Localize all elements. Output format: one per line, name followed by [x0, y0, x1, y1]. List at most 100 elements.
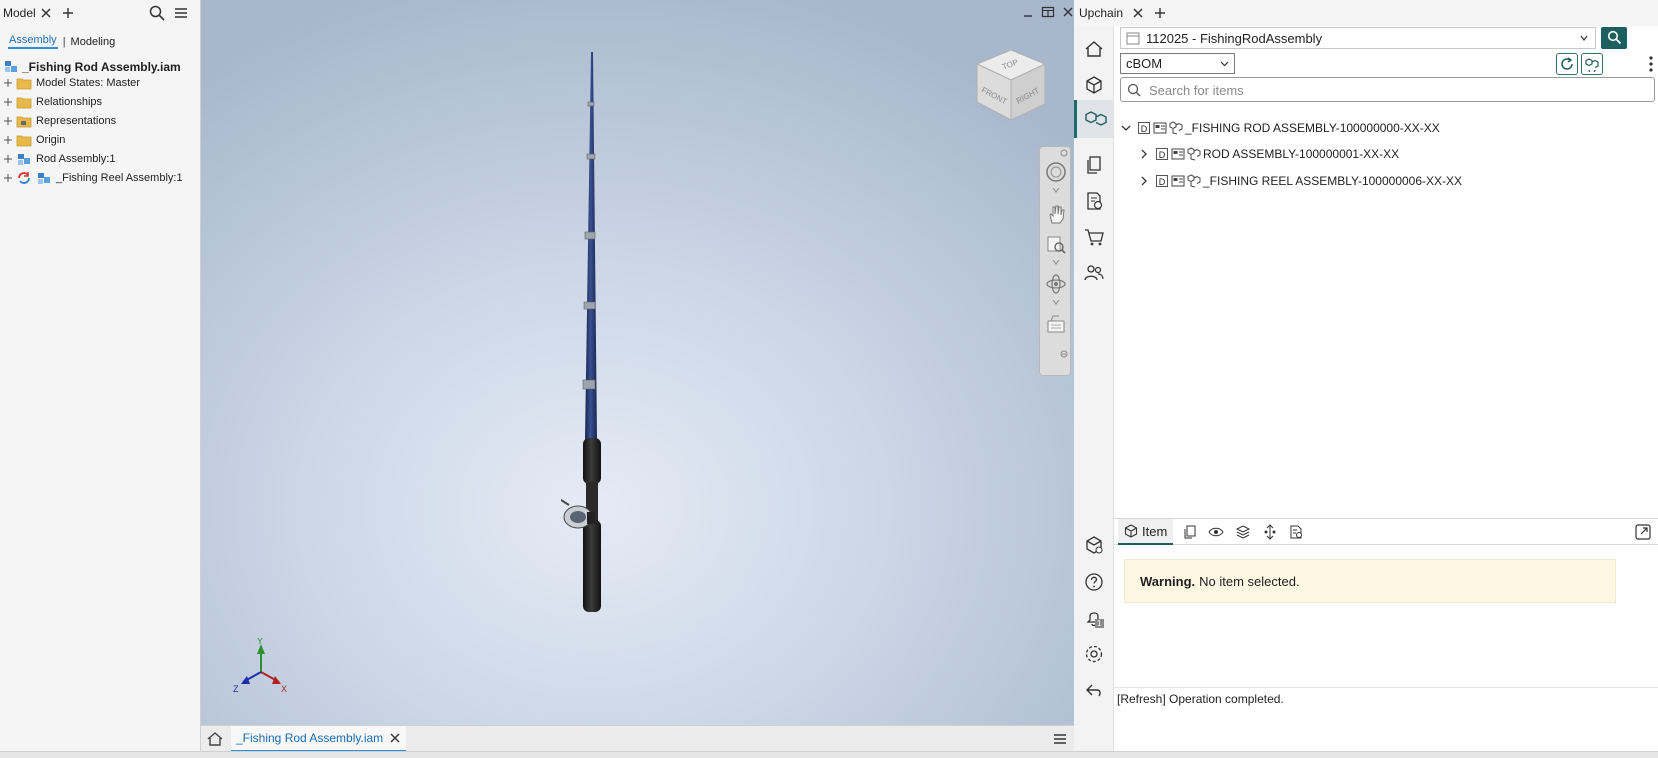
chevron-down-icon[interactable] [1052, 259, 1060, 265]
menu-icon[interactable] [1052, 731, 1068, 747]
warning-text: No item selected. [1199, 573, 1300, 589]
settings-gear-icon[interactable] [1083, 643, 1105, 665]
folder-icon [16, 97, 32, 109]
detail-tabbar: Item [1114, 519, 1658, 545]
bom-view-select[interactable]: cBOM [1120, 53, 1235, 74]
assembly-icon [1187, 147, 1201, 161]
tree-item-relationships[interactable]: Relationships [2, 93, 102, 111]
fishing-rod-model[interactable] [561, 50, 681, 660]
help-icon[interactable] [1083, 571, 1105, 593]
bom-row-rod-assembly[interactable]: D ROD ASSEMBLY-100000001-XX-XX [1138, 144, 1399, 164]
orbit-icon[interactable] [1045, 273, 1067, 295]
navbar-close-icon[interactable] [1060, 149, 1068, 157]
close-icon[interactable] [389, 732, 401, 744]
where-used-icon[interactable] [1262, 524, 1278, 540]
tree-item-label: Rod Assembly:1 [36, 153, 116, 165]
graphics-viewport[interactable]: TOP FRONT RIGHT Y X Z [201, 0, 1074, 725]
expand-plus-icon[interactable] [2, 96, 14, 108]
add-tab-icon[interactable] [60, 5, 76, 21]
expand-plus-icon[interactable] [2, 134, 14, 146]
assembly-icon [1187, 174, 1201, 188]
axis-x-label: X [281, 684, 287, 694]
expand-plus-icon[interactable] [2, 172, 14, 184]
assembly-icon [5, 61, 17, 72]
chevron-down-icon[interactable] [1052, 187, 1060, 193]
tree-root-assembly[interactable]: _Fishing Rod Assembly.iam [4, 60, 181, 74]
menu-icon[interactable] [172, 4, 190, 22]
tree-item-origin[interactable]: Origin [2, 131, 65, 149]
bom-row-fishing-rod-assembly[interactable]: D _FISHING ROD ASSEMBLY-100000000-XX-XX [1120, 118, 1440, 138]
change-request-icon[interactable] [1083, 190, 1105, 212]
viewcube[interactable]: TOP FRONT RIGHT [971, 46, 1051, 126]
upchain-sidebar: 1 [1074, 26, 1114, 751]
pan-hand-icon[interactable] [1045, 203, 1067, 225]
assembly-structure-icon[interactable] [1074, 100, 1114, 138]
eye-icon[interactable] [1208, 524, 1224, 540]
part-cube-icon[interactable] [1083, 74, 1105, 96]
more-options-icon[interactable] [1647, 54, 1655, 74]
representations-icon [16, 116, 32, 128]
package-icon[interactable] [1083, 534, 1105, 556]
refresh-button[interactable] [1556, 53, 1578, 75]
close-view-icon[interactable] [1061, 5, 1074, 19]
search-button[interactable] [1601, 27, 1627, 49]
tile-window-icon[interactable] [1041, 5, 1055, 19]
tree-item-fishing-reel-assembly[interactable]: _Fishing Reel Assembly:1 [2, 169, 183, 187]
tab-item[interactable]: Item [1118, 519, 1174, 545]
chevron-right-icon[interactable] [1138, 148, 1150, 160]
tab-assembly[interactable]: Assembly [8, 34, 58, 49]
calendar-icon [1126, 32, 1140, 45]
close-icon[interactable] [38, 5, 54, 21]
refresh-icon [1561, 57, 1573, 70]
sign-out-icon[interactable] [1083, 679, 1105, 701]
home-icon[interactable] [1083, 38, 1105, 60]
item-search-box[interactable] [1120, 77, 1655, 102]
item-card-icon [1171, 175, 1185, 187]
bom-item-label: _FISHING ROD ASSEMBLY-100000000-XX-XX [1185, 121, 1440, 135]
search-icon [1607, 30, 1622, 45]
project-select[interactable]: 112025 - FishingRodAssembly [1120, 27, 1596, 49]
design-status-badge: D [1138, 122, 1150, 134]
tree-item-representations[interactable]: Representations [2, 112, 116, 130]
expand-plus-icon[interactable] [2, 77, 14, 89]
upchain-tab-title[interactable]: Upchain [1079, 6, 1123, 20]
tree-root-label: _Fishing Rod Assembly.iam [22, 60, 181, 74]
expand-plus-icon[interactable] [2, 115, 14, 127]
item-card-icon [1171, 148, 1185, 160]
close-icon[interactable] [1130, 5, 1146, 21]
notification-count: 1 [1097, 619, 1102, 628]
bom-row-fishing-reel-assembly[interactable]: D _FISHING REEL ASSEMBLY-100000006-XX-XX [1138, 171, 1462, 191]
tree-item-label: Representations [36, 115, 117, 127]
subassembly-icon [38, 173, 50, 184]
chevron-down-icon[interactable] [1052, 299, 1060, 305]
steering-wheel-icon[interactable] [1045, 161, 1067, 183]
navbar-options-icon[interactable] [1060, 350, 1068, 358]
expand-icon[interactable] [1634, 523, 1652, 541]
notification-bell-icon[interactable]: 1 [1083, 607, 1105, 629]
add-tab-icon[interactable] [1152, 5, 1168, 21]
documents-icon[interactable] [1182, 524, 1198, 540]
item-search-input[interactable] [1147, 80, 1651, 101]
layers-icon[interactable] [1235, 524, 1251, 540]
look-at-icon[interactable] [1045, 313, 1067, 335]
design-status-badge: D [1156, 148, 1168, 160]
chevron-down-icon[interactable] [1120, 122, 1132, 134]
model-tab-title[interactable]: Model [3, 6, 36, 20]
tree-item-rod-assembly[interactable]: Rod Assembly:1 [2, 150, 115, 168]
sync-assembly-button[interactable] [1581, 53, 1603, 75]
search-icon[interactable] [148, 4, 166, 22]
home-icon[interactable] [206, 730, 224, 748]
report-icon[interactable] [1288, 524, 1304, 540]
zoom-icon[interactable] [1045, 233, 1067, 255]
folder-icon [16, 135, 32, 147]
tab-modeling[interactable]: Modeling [71, 36, 116, 48]
tree-item-model-states[interactable]: Model States: Master [2, 74, 140, 92]
users-icon[interactable] [1083, 262, 1105, 284]
item-card-icon [1153, 122, 1167, 134]
minimize-icon[interactable] [1021, 5, 1035, 19]
chevron-right-icon[interactable] [1138, 175, 1150, 187]
documents-icon[interactable] [1083, 154, 1105, 176]
cart-icon[interactable] [1083, 226, 1105, 248]
document-tab[interactable]: _Fishing Rod Assembly.iam [231, 726, 407, 752]
expand-plus-icon[interactable] [2, 153, 14, 165]
